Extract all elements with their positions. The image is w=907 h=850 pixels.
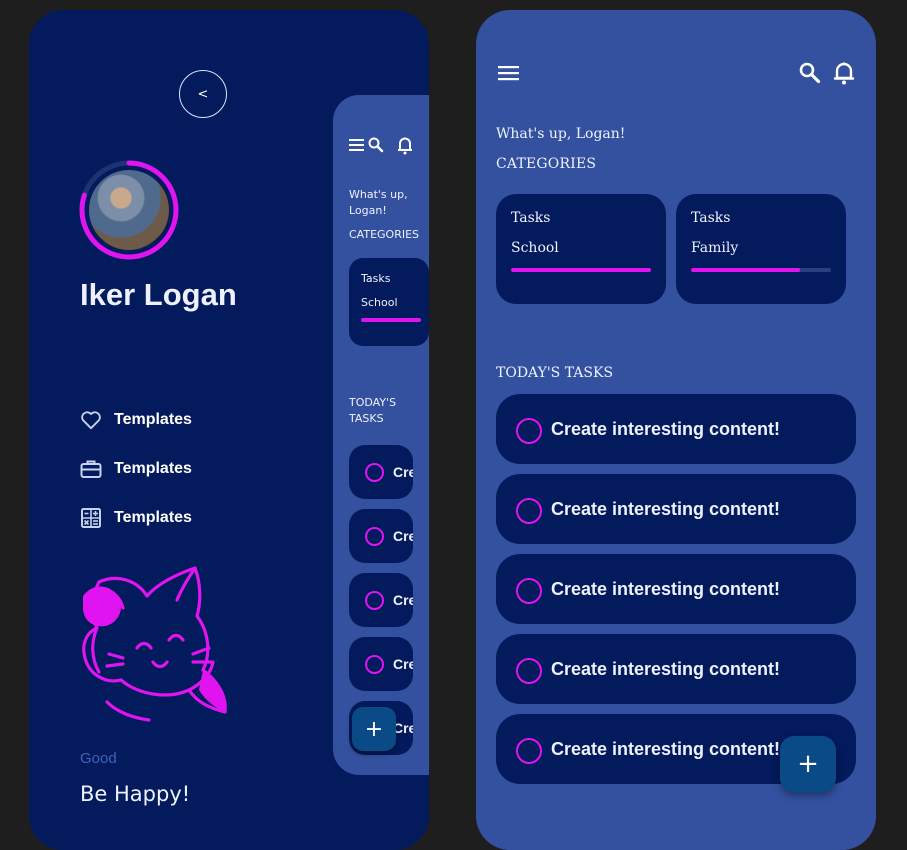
search-icon: [368, 137, 384, 153]
bell-icon[interactable]: [833, 61, 855, 85]
task-checkbox[interactable]: [516, 498, 542, 524]
add-task-button[interactable]: +: [780, 736, 836, 792]
task-text: Cre: [393, 592, 413, 608]
task-item[interactable]: Create interesting content!: [496, 554, 856, 624]
mood-message: Be Happy!: [80, 782, 191, 806]
lucky-cat-illustration: [77, 562, 237, 726]
task-text: Cre: [393, 528, 413, 544]
task-item[interactable]: Cre: [349, 637, 413, 691]
task-checkbox[interactable]: [365, 655, 384, 674]
category-name: School: [361, 296, 398, 309]
task-text: Cre: [393, 720, 413, 736]
category-progress-fill: [511, 268, 651, 272]
task-checkbox[interactable]: [365, 463, 384, 482]
tasks-title: TODAY'S TASKS: [496, 365, 614, 381]
avatar[interactable]: [89, 170, 169, 250]
task-item[interactable]: Cre: [349, 509, 413, 563]
task-checkbox[interactable]: [365, 591, 384, 610]
task-checkbox[interactable]: [516, 578, 542, 604]
task-checkbox[interactable]: [516, 658, 542, 684]
drawer-item-templates-3[interactable]: Templates: [80, 505, 192, 531]
drawer-item-templates-1[interactable]: Templates: [80, 407, 192, 433]
task-text: Create interesting content!: [551, 659, 781, 679]
greeting: What's up, Logan!: [496, 126, 626, 142]
drawer-item-label: Templates: [114, 460, 192, 477]
task-text: Create interesting content!: [551, 499, 781, 519]
drawer-item-label: Templates: [114, 509, 192, 526]
mood-label: Good: [80, 750, 117, 767]
greeting: What's up, Logan!: [349, 188, 408, 217]
task-text: Create interesting content!: [551, 739, 781, 759]
mini-toolbar: [349, 135, 429, 159]
category-progress-fill: [691, 268, 801, 272]
task-item[interactable]: Create interesting content!: [496, 394, 856, 464]
task-item[interactable]: Cre: [349, 445, 413, 499]
category-label: Tasks: [691, 210, 731, 226]
home-screen: What's up, Logan! CATEGORIES Tasks Schoo…: [476, 10, 876, 850]
task-item[interactable]: Create interesting content!: [496, 474, 856, 544]
back-button[interactable]: <: [179, 70, 227, 118]
heart-icon: [80, 409, 102, 431]
category-progress-bar: [361, 318, 421, 322]
task-text: Create interesting content!: [551, 419, 781, 439]
category-label: Tasks: [361, 272, 391, 285]
bell-icon: [398, 137, 412, 155]
category-card-family[interactable]: Tasks Family: [676, 194, 846, 304]
task-checkbox[interactable]: [516, 418, 542, 444]
briefcase-icon: [80, 458, 102, 480]
category-progress-bar: [511, 268, 651, 272]
search-icon[interactable]: [799, 62, 821, 84]
add-task-button[interactable]: +: [352, 707, 396, 751]
home-preview-screen[interactable]: What's up, Logan! CATEGORIES Tasks Schoo…: [333, 95, 429, 775]
category-name: School: [511, 240, 559, 256]
categories-title: CATEGORIES: [349, 228, 420, 241]
task-item[interactable]: Create interesting content!: [496, 634, 856, 704]
drawer-item-label: Templates: [114, 411, 192, 428]
category-name: Family: [691, 240, 739, 256]
category-label: Tasks: [511, 210, 551, 226]
category-card-school[interactable]: Tasks School: [496, 194, 666, 304]
task-checkbox[interactable]: [365, 527, 384, 546]
category-card-school[interactable]: Tasks School: [349, 258, 429, 346]
category-progress-bar: [691, 268, 831, 272]
categories-title: CATEGORIES: [496, 156, 597, 172]
calculator-icon: [80, 507, 102, 529]
drawer-screen: < Iker Logan Templates Templates Templat…: [29, 10, 429, 850]
hamburger-menu-icon: [349, 139, 364, 151]
task-text: Cre: [393, 464, 413, 480]
task-text: Create interesting content!: [551, 579, 781, 599]
task-checkbox[interactable]: [516, 738, 542, 764]
tasks-title: TODAY'S TASKS: [349, 396, 397, 425]
hamburger-menu-icon[interactable]: [498, 65, 520, 81]
profile-name: Iker Logan: [80, 277, 237, 312]
task-text: Cre: [393, 656, 413, 672]
drawer-item-templates-2[interactable]: Templates: [80, 456, 192, 482]
task-item[interactable]: Cre: [349, 573, 413, 627]
avatar-progress-ring: [79, 160, 179, 260]
